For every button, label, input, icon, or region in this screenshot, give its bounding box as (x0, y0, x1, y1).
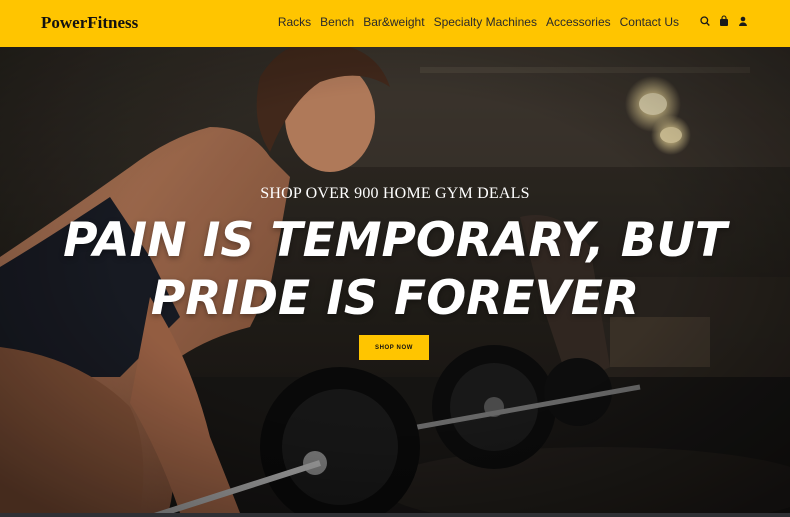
user-icon[interactable] (738, 15, 748, 27)
hero-content: SHOP OVER 900 HOME GYM DEALS PAIN IS TEM… (0, 47, 790, 513)
hero-banner: SHOP OVER 900 HOME GYM DEALS PAIN IS TEM… (0, 47, 790, 513)
main-nav: Racks Bench Bar&weight Specialty Machine… (278, 15, 679, 29)
nav-item-contact-us[interactable]: Contact Us (620, 15, 679, 29)
nav-item-racks[interactable]: Racks (278, 15, 311, 29)
bottom-edge (0, 513, 790, 517)
hero-headline-line-2: PRIDE IS FOREVER (150, 271, 640, 326)
hero-headline-line-1: PAIN IS TEMPORARY, BUT (63, 213, 727, 268)
hero-kicker: SHOP OVER 900 HOME GYM DEALS (260, 185, 530, 202)
nav-item-accessories[interactable]: Accessories (546, 15, 611, 29)
shop-now-button[interactable]: SHOP NOW (359, 335, 429, 360)
site-logo[interactable]: PowerFitness (41, 13, 138, 33)
nav-item-bench[interactable]: Bench (320, 15, 354, 29)
header-icons (700, 15, 748, 27)
site-header: PowerFitness Racks Bench Bar&weight Spec… (0, 0, 790, 47)
search-icon[interactable] (700, 15, 710, 27)
nav-item-bar-weight[interactable]: Bar&weight (363, 15, 424, 29)
hero-headline: PAIN IS TEMPORARY, BUT PRIDE IS FOREVER (0, 212, 790, 328)
nav-item-specialty-machines[interactable]: Specialty Machines (434, 15, 537, 29)
shopping-bag-icon[interactable] (719, 15, 729, 27)
